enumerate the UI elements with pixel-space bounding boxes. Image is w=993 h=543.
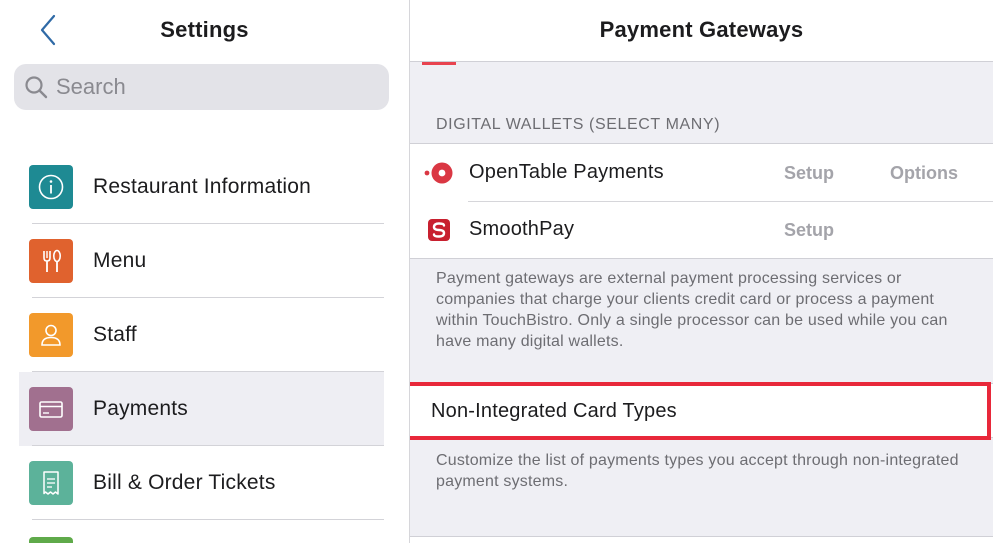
opentable-logo-icon xyxy=(424,160,456,186)
settings-pane: Settings Restaurant Information Men xyxy=(0,0,410,543)
row-label: Non-Integrated Card Types xyxy=(431,400,677,422)
non-integrated-card-types-row[interactable]: Non-Integrated Card Types xyxy=(410,382,993,440)
list-item-smoothpay[interactable]: SmoothPay Setup xyxy=(410,201,993,258)
app-window: Settings Restaurant Information Men xyxy=(0,0,993,543)
page-title: Payment Gateways xyxy=(599,17,804,42)
fork-knife-icon xyxy=(29,239,73,283)
sidebar-item-staff[interactable]: Staff xyxy=(0,298,409,372)
person-icon xyxy=(29,313,73,357)
info-icon xyxy=(29,165,73,209)
non-integrated-footer: Customize the list of payments types you… xyxy=(436,452,959,490)
separator xyxy=(32,519,384,520)
card-icon xyxy=(29,387,73,431)
sidebar-item-payments[interactable]: Payments xyxy=(19,372,384,446)
sidebar-item-label: Menu xyxy=(93,249,147,272)
row-label: OpenTable Payments xyxy=(469,161,664,183)
next-item-icon-peek xyxy=(29,537,73,543)
smoothpay-logo-icon xyxy=(424,217,456,243)
search-icon xyxy=(25,76,48,99)
sidebar-item-label: Payments xyxy=(93,397,188,420)
sidebar-item-bill-order-tickets[interactable]: Bill & Order Tickets xyxy=(0,446,409,520)
digital-wallets-header: DIGITAL WALLETS (SELECT MANY) xyxy=(436,116,721,133)
setup-button[interactable]: Setup xyxy=(784,220,834,241)
options-button[interactable]: Options xyxy=(890,163,958,184)
sidebar-item-restaurant-information[interactable]: Restaurant Information xyxy=(0,150,409,224)
settings-title: Settings xyxy=(160,17,249,42)
digital-wallets-footer: Payment gateways are external payment pr… xyxy=(436,270,948,350)
sidebar-item-label: Staff xyxy=(93,323,137,346)
payment-gateways-header: Payment Gateways xyxy=(410,0,993,62)
next-section-peek xyxy=(410,536,993,543)
setup-button[interactable]: Setup xyxy=(784,163,834,184)
settings-menu: Restaurant Information Menu Staff Paymen… xyxy=(0,150,409,520)
payment-gateways-pane: Payment Gateways DIGITAL WALLETS (SELECT… xyxy=(410,0,993,543)
settings-header: Settings xyxy=(0,0,409,62)
row-label: SmoothPay xyxy=(469,218,575,240)
search-input[interactable] xyxy=(56,74,356,100)
digital-wallets-list: OpenTable Payments Setup Options SmoothP… xyxy=(410,143,993,259)
list-item-opentable-payments[interactable]: OpenTable Payments Setup Options xyxy=(410,144,993,201)
receipt-icon xyxy=(29,461,73,505)
search-bar[interactable] xyxy=(14,64,389,110)
sidebar-item-label: Bill & Order Tickets xyxy=(93,471,276,494)
scrolled-row-peek xyxy=(422,62,456,65)
sidebar-item-menu[interactable]: Menu xyxy=(0,224,409,298)
sidebar-item-label: Restaurant Information xyxy=(93,175,312,198)
